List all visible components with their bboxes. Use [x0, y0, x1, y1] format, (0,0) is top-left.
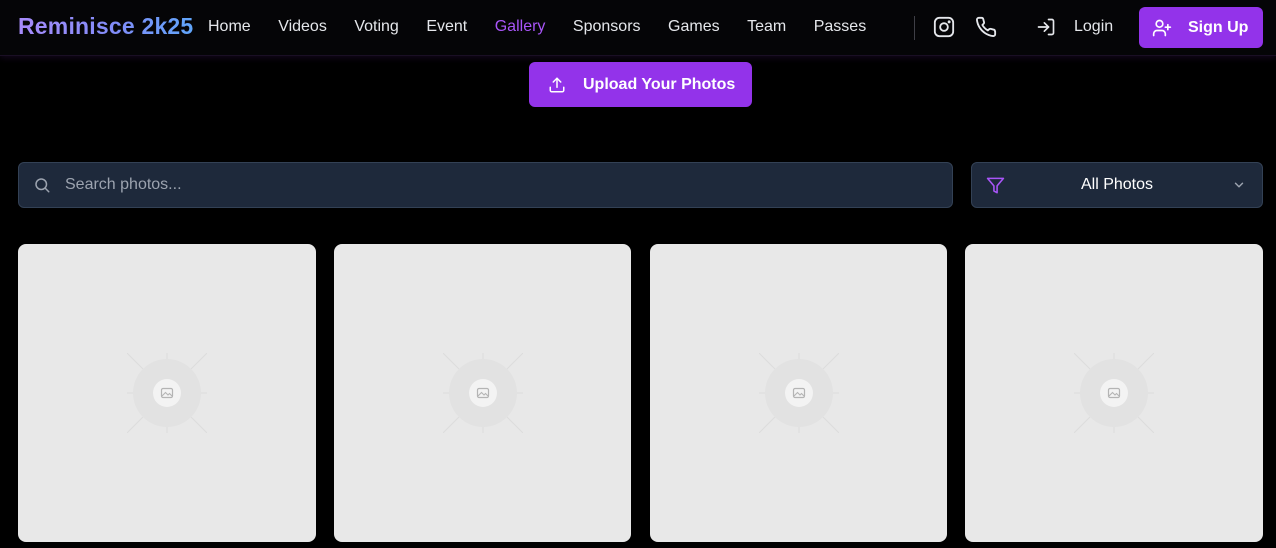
nav-link-sponsors[interactable]: Sponsors: [573, 18, 641, 36]
search-input[interactable]: [65, 176, 905, 194]
chevron-down-icon: [1232, 178, 1246, 192]
signup-label: Sign Up: [1188, 18, 1249, 36]
nav-link-home[interactable]: Home: [208, 18, 251, 36]
nav-link-passes[interactable]: Passes: [814, 18, 866, 36]
instagram-icon[interactable]: [933, 16, 955, 38]
brand-logo-text[interactable]: Reminisce 2k25: [18, 13, 193, 40]
image-placeholder-icon: [127, 353, 207, 433]
nav-link-voting[interactable]: Voting: [354, 18, 398, 36]
phone-icon[interactable]: [975, 16, 997, 38]
filter-selected-label: All Photos: [1080, 176, 1154, 193]
image-placeholder-icon: [759, 353, 839, 433]
search-bar: [18, 162, 953, 208]
image-placeholder-icon: [1074, 353, 1154, 433]
login-label: Login: [1074, 18, 1114, 35]
nav-link-event[interactable]: Event: [426, 18, 467, 36]
photo-card[interactable]: [334, 244, 631, 542]
search-icon: [33, 176, 51, 194]
nav-links: Home Videos Voting Event Gallery Sponsor…: [208, 0, 894, 54]
photo-card[interactable]: [650, 244, 947, 542]
login-button[interactable]: Login: [1036, 15, 1113, 39]
nav-divider: [914, 16, 915, 40]
user-plus-icon: [1152, 18, 1172, 38]
login-icon: [1037, 18, 1055, 36]
navbar: Reminisce 2k25 Home Videos Voting Event …: [0, 0, 1276, 56]
photo-card[interactable]: [18, 244, 316, 542]
signup-button[interactable]: Sign Up: [1139, 7, 1263, 48]
nav-link-games[interactable]: Games: [668, 18, 720, 36]
upload-photos-label: Upload Your Photos: [583, 75, 736, 93]
nav-link-gallery[interactable]: Gallery: [495, 18, 546, 36]
photo-card[interactable]: [965, 244, 1263, 542]
nav-link-videos[interactable]: Videos: [278, 18, 327, 36]
upload-photos-button[interactable]: Upload Your Photos: [529, 62, 752, 107]
upload-icon: [548, 76, 566, 94]
nav-link-team[interactable]: Team: [747, 18, 786, 36]
photo-filter-dropdown[interactable]: All Photos: [971, 162, 1263, 208]
image-placeholder-icon: [443, 353, 523, 433]
